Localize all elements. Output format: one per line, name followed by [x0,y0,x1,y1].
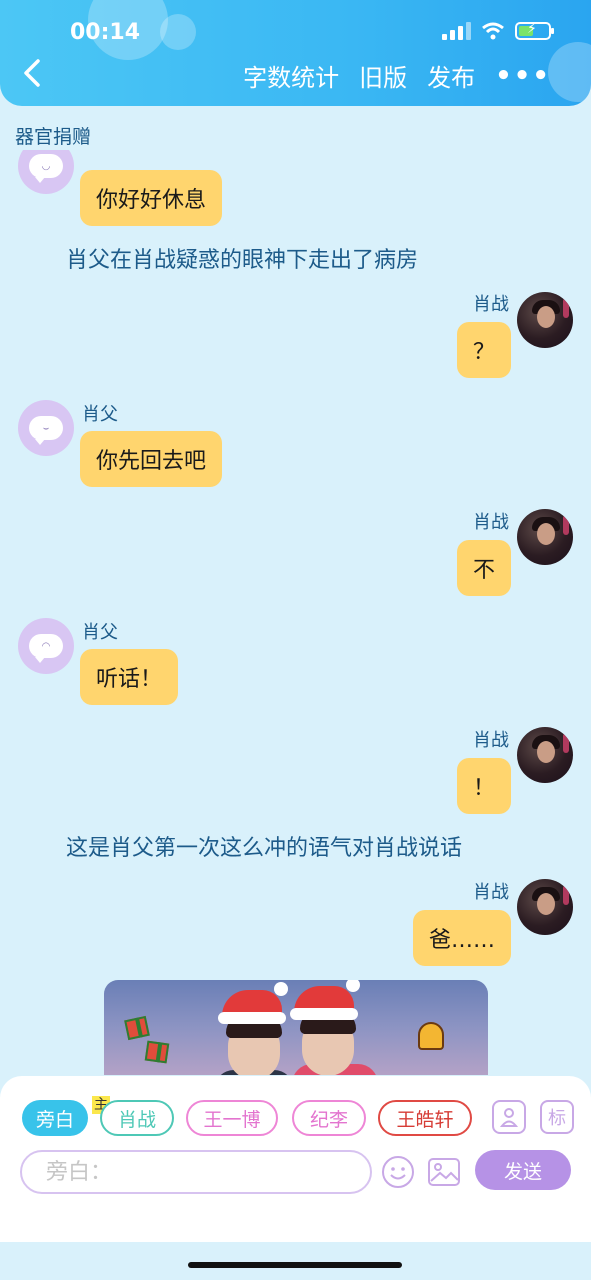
message-bubble[interactable]: 爸…… [412,910,511,966]
avatar-father[interactable]: ⌣ [18,400,74,456]
gift-icon [124,1015,150,1041]
character-button[interactable] [492,1100,526,1134]
cloud-face-icon: ⌣ [29,416,63,445]
gift-icon [144,1040,170,1064]
composer-panel: 旁白 主 肖战 王一博 纪李 王皓轩 标 旁白： 发送 [0,1076,591,1242]
sender-name: 肖战 [473,512,509,533]
battery-icon: ⚡ [515,21,554,40]
role-jili[interactable]: 纪李 [292,1100,366,1136]
more-button[interactable]: ••• [495,61,551,91]
avatar-xiaozhan[interactable] [517,509,573,565]
back-button[interactable] [20,58,50,88]
decor-bubble [160,14,196,50]
old-version-button[interactable]: 旧版 [359,58,407,93]
emoji-button[interactable] [380,1154,416,1190]
image-message[interactable] [104,980,488,1075]
narration-text[interactable]: 肖父在肖战疑惑的眼神下走出了病房 [66,242,418,274]
chevron-left-icon [24,59,40,87]
message-input[interactable] [20,1150,372,1194]
cellular-signal-icon [442,22,471,40]
sender-name: 肖父 [82,622,118,643]
publish-button[interactable]: 发布 [427,58,475,93]
message-bubble[interactable]: 听话！ [80,649,179,705]
sender-name: 肖父 [82,404,118,425]
status-icons: ⚡ [442,21,554,40]
image-icon [428,1158,460,1186]
person-icon [499,1108,519,1127]
story-title: 器官捐赠 [15,126,92,148]
avatar-father[interactable]: ◠ [18,618,74,674]
role-xiaozhan[interactable]: 肖战 [100,1100,174,1136]
sender-name: 肖战 [473,730,509,751]
avatar-xiaozhan[interactable] [517,879,573,935]
cloud-face-icon: ◠ [29,634,63,663]
avatar-xiaozhan[interactable] [517,292,573,348]
avatar-xiaozhan[interactable] [517,727,573,783]
role-selector: 旁白 主 肖战 王一博 纪李 王皓轩 标 [22,1096,577,1136]
narration-text[interactable]: 这是肖父第一次这么冲的语气对肖战说话 [66,830,462,862]
message-bubble[interactable]: ？ [456,322,511,378]
sender-name: 肖战 [473,294,509,315]
role-wangyibo[interactable]: 王一博 [186,1100,278,1136]
home-indicator [188,1262,402,1268]
decor-bubble [548,42,591,102]
tag-button[interactable]: 标 [540,1100,574,1134]
message-bubble[interactable]: 不 [456,540,511,596]
cloud-face-icon: ◡ [29,154,63,183]
message-bubble[interactable]: 你先回去吧 [80,431,223,487]
bell-icon [418,1022,444,1050]
smiley-icon [382,1156,414,1188]
input-row: 发送 [20,1150,571,1194]
avatar-father[interactable]: ◡ [18,150,74,194]
message-bubble[interactable]: ！ [456,758,511,814]
image-button[interactable] [426,1154,462,1190]
wifi-icon [482,22,504,40]
santa-hat-icon [218,982,288,1024]
santa-hat-icon [290,980,360,1020]
header-actions: 字数统计 旧版 发布 ••• [243,58,551,93]
top-bar: 00:14 ⚡ 字数统计 旧版 发布 ••• [0,0,591,106]
chat-list[interactable]: ◡ 你好好休息 肖父在肖战疑惑的眼神下走出了病房 肖战 ？ ⌣ 肖父 你先回去吧… [0,150,591,1075]
sender-name: 肖战 [473,882,509,903]
charging-icon: ⚡ [527,21,537,37]
role-wanghaoxuan[interactable]: 王皓轩 [378,1100,472,1136]
send-button[interactable]: 发送 [475,1150,571,1190]
message-bubble[interactable]: 你好好休息 [80,170,223,226]
role-narration[interactable]: 旁白 [22,1100,88,1136]
status-time: 00:14 [70,20,141,45]
word-count-button[interactable]: 字数统计 [243,58,339,93]
